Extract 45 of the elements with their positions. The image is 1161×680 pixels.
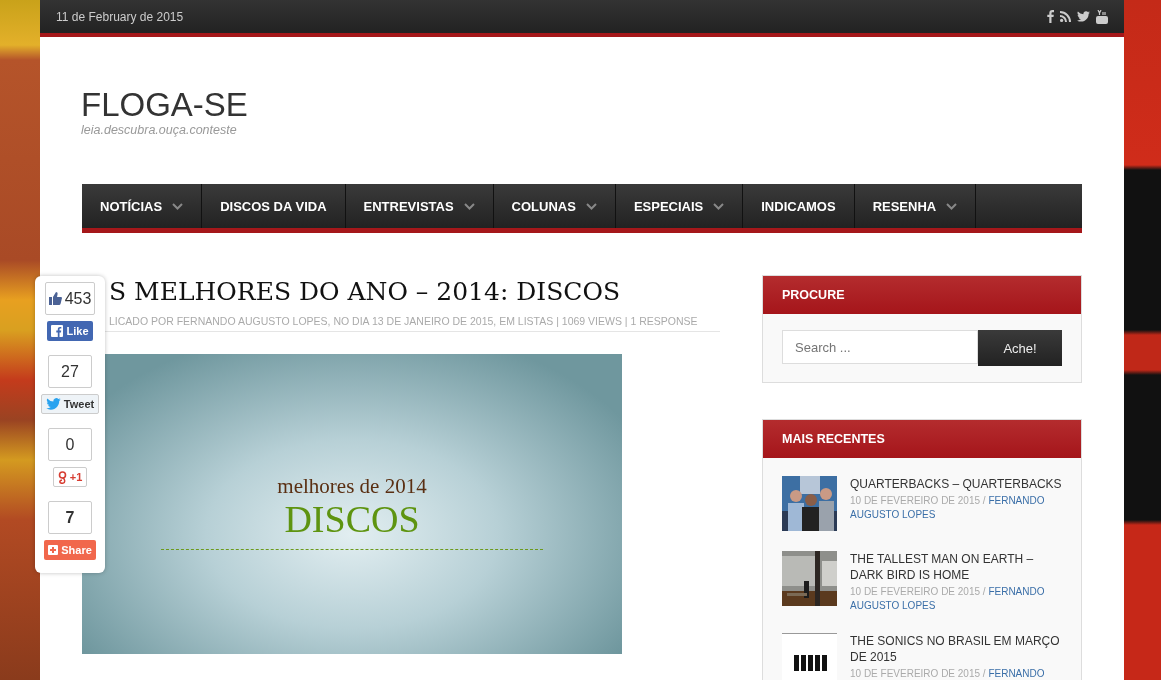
share-count: 27 (48, 355, 92, 388)
widget-heading: MAIS RECENTES (763, 420, 1081, 458)
caret-icon (713, 202, 725, 210)
share-count: 453 (44, 282, 96, 315)
date-text: 11 de February de 2015 (56, 9, 184, 24)
article-title: S MELHORES DO ANO – 2014: DISCOS (109, 276, 622, 308)
bird-icon (45, 398, 61, 410)
facebook-icon[interactable] (1047, 10, 1054, 23)
nav-item[interactable]: INDICAMOS (743, 184, 855, 228)
widget-heading: PROCURE (763, 276, 1081, 314)
tweet-button[interactable]: Tweet (40, 394, 100, 414)
site-tagline: leia.descubra.ouça.conteste (81, 123, 238, 137)
site-title[interactable]: FLOGA-SE (81, 87, 1083, 123)
post-title[interactable]: THE TALLEST MAN ON EARTH – DARK BIRD IS HOME (850, 551, 1062, 583)
caret-icon (946, 202, 958, 210)
image-title: DISCOS (284, 499, 420, 539)
google-g-icon (57, 470, 67, 484)
search-field[interactable]: Search ... (782, 330, 978, 364)
post-meta: 10 DE FEVEREIRO DE 2015 / FERNANDO AUGUSTO LOPES (850, 494, 1046, 522)
image-subtitle: melhores de 2014 (277, 474, 427, 499)
rss-icon[interactable] (1060, 11, 1071, 22)
nav-item[interactable]: NOTÍCIAS (82, 184, 203, 228)
share-count: 7 (48, 501, 92, 534)
share-count: 0 (48, 428, 92, 461)
post-meta: 10 DE FEVEREIRO DE 2015 / FERNANDO (850, 667, 1046, 680)
plus-one-button[interactable]: +1 (52, 467, 88, 487)
post-title[interactable]: QUARTERBACKS – QUARTERBACKS (850, 476, 1062, 492)
caret-icon (585, 202, 597, 210)
thumbs-up-icon (48, 292, 62, 305)
nav-item[interactable]: COLUNAS (493, 184, 616, 228)
plus-icon (48, 545, 59, 555)
post-title[interactable]: THE SONICS NO BRASIL EM MARÇO DE 2015 (850, 633, 1062, 665)
search-button[interactable]: Ache! (978, 330, 1062, 366)
post-meta: 10 DE FEVEREIRO DE 2015 / FERNANDO AUGUSTO LOPES (850, 585, 1046, 613)
nav-item[interactable]: RESENHA (854, 184, 977, 228)
article-meta: LICADO POR FERNANDO AUGUSTO LOPES, NO DIA 13 DE JANEIRO DE 2015, EM LISTAS | 1069 VIEWS | 1 RESPONSE (109, 315, 698, 327)
youtube-icon[interactable] (1096, 9, 1108, 24)
caret-icon (463, 202, 475, 210)
caret-icon (172, 202, 184, 210)
twitter-icon[interactable] (1077, 11, 1090, 22)
nav-item[interactable]: DISCOS DA VIDA (202, 184, 346, 228)
nav-item[interactable]: ESPECIAIS (615, 184, 744, 228)
like-button[interactable]: Like (47, 321, 93, 341)
facebook-icon (51, 325, 64, 337)
nav-item[interactable]: ENTREVISTAS (345, 184, 494, 228)
